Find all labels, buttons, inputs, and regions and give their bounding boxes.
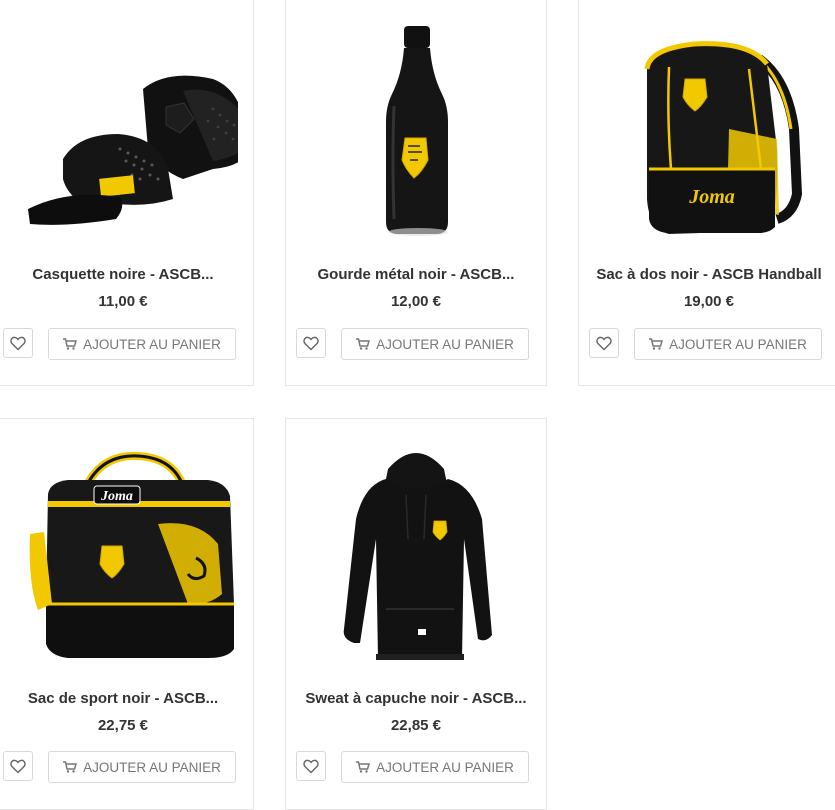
- product-name[interactable]: Sac de sport noir - ASCB...: [0, 690, 247, 707]
- black-bottle-image: [386, 26, 448, 236]
- heart-icon: [596, 336, 612, 350]
- wishlist-button[interactable]: [296, 328, 326, 358]
- sport-bag-image: Joma: [29, 451, 234, 658]
- product-price: 19,00 €: [683, 293, 735, 310]
- product-card: Joma Sac de sport noir - ASCB... 22,75 €…: [0, 418, 254, 810]
- product-card: Gourde métal noir - ASCB... 12,00 € AJOU…: [285, 0, 547, 386]
- wishlist-button[interactable]: [3, 751, 33, 781]
- hoodie-image: [343, 453, 492, 660]
- product-image[interactable]: Joma: [0, 429, 253, 669]
- cart-icon: [649, 338, 664, 350]
- heart-icon: [10, 759, 26, 773]
- wishlist-button[interactable]: [589, 328, 619, 358]
- cart-icon: [63, 338, 78, 350]
- product-price: 12,00 €: [390, 293, 442, 310]
- add-to-cart-button[interactable]: AJOUTER AU PANIER: [341, 751, 529, 783]
- product-name[interactable]: Gourde métal noir - ASCB...: [292, 266, 540, 283]
- wishlist-button[interactable]: [296, 751, 326, 781]
- cart-icon: [63, 761, 78, 773]
- product-card: Casquette noire - ASCB... 11,00 € AJOUTE…: [0, 0, 254, 386]
- add-to-cart-label: AJOUTER AU PANIER: [83, 759, 221, 775]
- brand-logo-text: Joma: [100, 489, 133, 504]
- add-to-cart-label: AJOUTER AU PANIER: [669, 336, 807, 352]
- product-card: Sweat à capuche noir - ASCB... 22,85 € A…: [285, 418, 547, 810]
- wishlist-button[interactable]: [3, 328, 33, 358]
- product-price: 22,75 €: [97, 717, 149, 734]
- heart-icon: [303, 759, 319, 773]
- product-image[interactable]: Joma: [579, 9, 835, 249]
- add-to-cart-button[interactable]: AJOUTER AU PANIER: [634, 328, 822, 360]
- add-to-cart-button[interactable]: AJOUTER AU PANIER: [341, 328, 529, 360]
- heart-icon: [10, 336, 26, 350]
- add-to-cart-button[interactable]: AJOUTER AU PANIER: [48, 751, 236, 783]
- product-name[interactable]: Casquette noire - ASCB...: [0, 266, 247, 283]
- cart-icon: [356, 338, 371, 350]
- product-name[interactable]: Sweat à capuche noir - ASCB...: [292, 690, 540, 707]
- add-to-cart-label: AJOUTER AU PANIER: [376, 336, 514, 352]
- add-to-cart-label: AJOUTER AU PANIER: [83, 336, 221, 352]
- product-image[interactable]: [0, 9, 253, 249]
- product-name[interactable]: Sac à dos noir - ASCB Handball: [585, 266, 833, 283]
- cart-icon: [356, 761, 371, 773]
- add-to-cart-button[interactable]: AJOUTER AU PANIER: [48, 328, 236, 360]
- black-backpack-image: Joma: [644, 41, 803, 235]
- add-to-cart-label: AJOUTER AU PANIER: [376, 759, 514, 775]
- product-card: Joma Sac à dos noir - ASCB Handball 19,0…: [578, 0, 835, 386]
- heart-icon: [303, 336, 319, 350]
- product-image[interactable]: [286, 429, 546, 669]
- brand-logo-text: Joma: [688, 186, 735, 208]
- black-cap-image: [28, 75, 238, 225]
- product-price: 22,85 €: [390, 717, 442, 734]
- product-image[interactable]: [286, 9, 546, 249]
- product-price: 11,00 €: [98, 293, 148, 310]
